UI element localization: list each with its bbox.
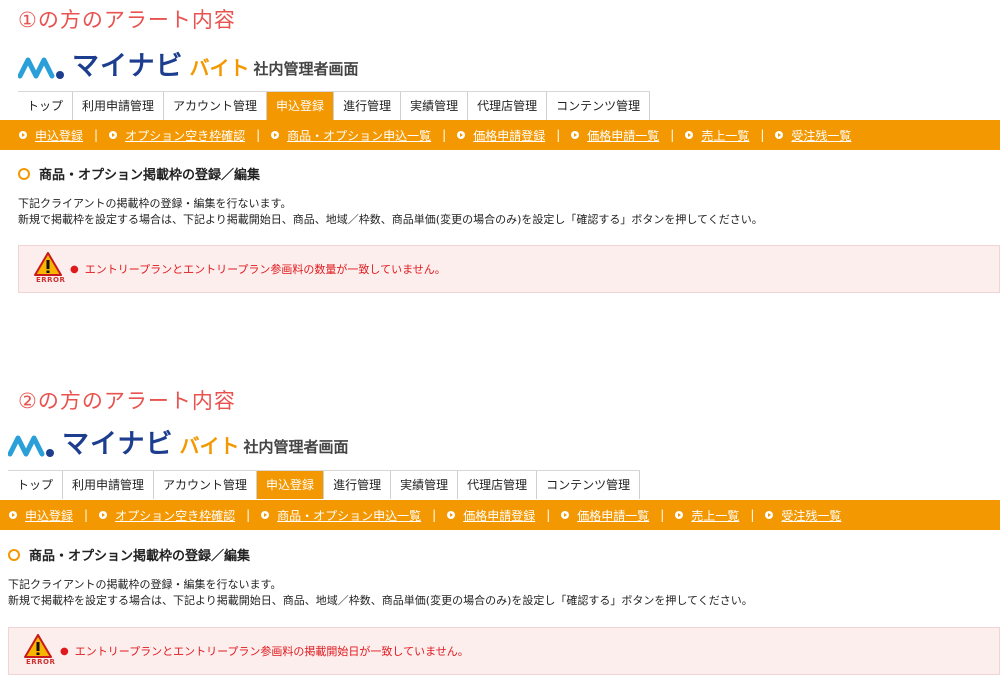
description: 下記クライアントの掲載枠の登録・編集を行ないます。 新規で掲載枠を設定する場合は… [18, 197, 763, 226]
arrow-bullet-icon [765, 511, 774, 519]
main-tabs: トップ 利用申請管理 アカウント管理 申込登録 進行管理 実績管理 代理店管理 … [18, 91, 651, 121]
tab-contents[interactable]: コンテンツ管理 [547, 92, 651, 120]
arrow-bullet-icon [271, 131, 280, 139]
arrow-bullet-icon [109, 131, 118, 139]
tab-agencies[interactable]: 代理店管理 [458, 471, 538, 499]
subnav-item[interactable]: オプション空き枠確認 [99, 507, 235, 524]
subnav-item[interactable]: 受注残一覧 [775, 127, 851, 144]
arrow-bullet-icon [561, 511, 570, 519]
subnav-item[interactable]: 価格申請一覧 [561, 507, 649, 524]
mynavi-logo[interactable]: マイナビ バイト 社内管理者画面 [8, 420, 348, 460]
sub-navigation: 申込登録 | オプション空き枠確認 | 商品・オプション申込一覧 | 価格申請登録 | … [0, 120, 1000, 150]
error-label: ERROR [36, 276, 66, 284]
logo-sub-text: 社内管理者画面 [253, 60, 359, 78]
tab-top[interactable]: トップ [8, 471, 64, 499]
warning-icon: ERROR [24, 634, 56, 668]
warning-icon: ERROR [34, 252, 66, 286]
logo-mark-icon [8, 435, 54, 457]
bullet-dot-icon: ● [60, 645, 69, 657]
alert-message: エントリープランとエントリープラン参画料の数量が一致していません。 [84, 263, 446, 276]
logo-bite-text: バイト [179, 434, 240, 458]
arrow-bullet-icon [571, 131, 580, 139]
subnav-item[interactable]: 売上一覧 [675, 507, 739, 524]
tab-results[interactable]: 実績管理 [391, 471, 459, 499]
subnav-item[interactable]: 申込登録 [9, 507, 73, 524]
subnav-item[interactable]: 売上一覧 [685, 127, 749, 144]
arrow-bullet-icon [685, 131, 694, 139]
logo-bite-text: バイト [189, 56, 250, 80]
alert-section-1: ①の方のアラート内容 マイナビ バイト 社内管理者画面 トップ 利用申請管理 ア… [0, 0, 1000, 330]
arrow-bullet-icon [19, 131, 27, 139]
tab-results[interactable]: 実績管理 [401, 92, 469, 120]
arrow-bullet-icon [457, 131, 466, 139]
tab-progress[interactable]: 進行管理 [324, 471, 392, 499]
sub-navigation: 申込登録 | オプション空き枠確認 | 商品・オプション申込一覧 | 価格申請登録 | … [0, 500, 1000, 530]
subnav-item[interactable]: 価格申請一覧 [571, 127, 659, 144]
tab-progress[interactable]: 進行管理 [334, 92, 402, 120]
arrow-bullet-icon [9, 511, 17, 519]
tab-usage-requests[interactable]: 利用申請管理 [63, 471, 155, 499]
page-title: 商品・オプション掲載枠の登録／編集 [8, 545, 250, 564]
subnav-item[interactable]: 価格申請登録 [457, 127, 545, 144]
error-label: ERROR [26, 658, 56, 666]
subnav-item[interactable]: 受注残一覧 [765, 507, 841, 524]
logo-main-text: マイナビ [72, 51, 184, 82]
error-alert: ERROR ● エントリープランとエントリープラン参画料の数量が一致していません… [18, 245, 1000, 293]
section-caption: ②の方のアラート内容 [18, 389, 236, 413]
tab-usage-requests[interactable]: 利用申請管理 [73, 92, 165, 120]
logo-main-text: マイナビ [62, 429, 174, 460]
subnav-item[interactable]: 価格申請登録 [447, 507, 535, 524]
bullet-dot-icon: ● [70, 263, 79, 275]
subnav-item[interactable]: 商品・オプション申込一覧 [271, 127, 431, 144]
section-caption: ①の方のアラート内容 [18, 8, 236, 32]
tab-accounts[interactable]: アカウント管理 [154, 471, 258, 499]
arrow-bullet-icon [447, 511, 456, 519]
tab-accounts[interactable]: アカウント管理 [164, 92, 268, 120]
error-alert: ERROR ● エントリープランとエントリープラン参画料の掲載開始日が一致してい… [8, 627, 1000, 675]
alert-section-2: ②の方のアラート内容 マイナビ バイト 社内管理者画面 トップ 利用申請管理 ア… [0, 380, 1000, 689]
alert-message: エントリープランとエントリープラン参画料の掲載開始日が一致していません。 [74, 645, 469, 658]
logo-mark-icon [18, 57, 64, 79]
arrow-bullet-icon [261, 511, 270, 519]
circle-bullet-icon [18, 167, 30, 180]
tab-application[interactable]: 申込登録 [267, 92, 335, 120]
mynavi-logo[interactable]: マイナビ バイト 社内管理者画面 [18, 42, 358, 82]
page-title: 商品・オプション掲載枠の登録／編集 [18, 164, 260, 183]
tab-agencies[interactable]: 代理店管理 [468, 92, 548, 120]
arrow-bullet-icon [775, 131, 784, 139]
description: 下記クライアントの掲載枠の登録・編集を行ないます。 新規で掲載枠を設定する場合は… [8, 578, 753, 607]
main-tabs: トップ 利用申請管理 アカウント管理 申込登録 進行管理 実績管理 代理店管理 … [8, 470, 641, 500]
tab-application[interactable]: 申込登録 [257, 471, 325, 499]
logo-sub-text: 社内管理者画面 [243, 438, 349, 456]
subnav-item[interactable]: 商品・オプション申込一覧 [261, 507, 421, 524]
tab-contents[interactable]: コンテンツ管理 [537, 471, 641, 499]
subnav-item[interactable]: オプション空き枠確認 [109, 127, 245, 144]
subnav-item[interactable]: 申込登録 [19, 127, 83, 144]
arrow-bullet-icon [675, 511, 684, 519]
circle-bullet-icon [8, 548, 20, 561]
tab-top[interactable]: トップ [18, 92, 74, 120]
arrow-bullet-icon [99, 511, 108, 519]
